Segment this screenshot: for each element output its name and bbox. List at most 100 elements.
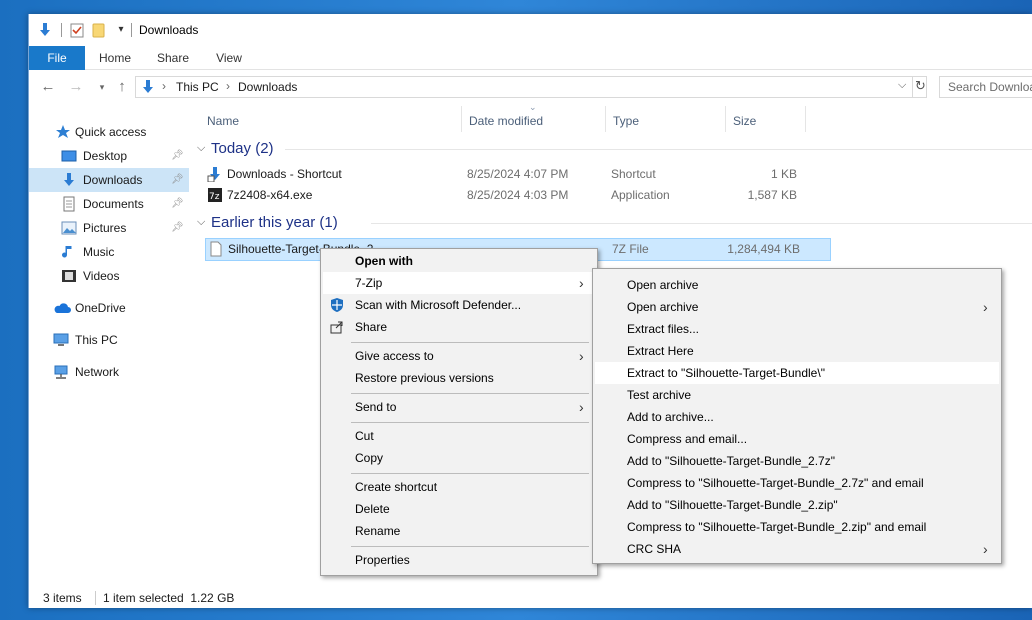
- menu-item-compress-7z-email[interactable]: Compress to "Silhouette-Target-Bundle_2.…: [595, 472, 999, 494]
- menu-item-properties[interactable]: Properties: [323, 549, 595, 571]
- recent-locations-icon[interactable]: ▾: [93, 78, 111, 96]
- nav-item-pictures[interactable]: Pictures 📌︎: [29, 216, 189, 240]
- menu-item-compress-email[interactable]: Compress and email...: [595, 428, 999, 450]
- menu-item-crc-sha[interactable]: CRC SHA ›: [595, 538, 999, 560]
- tab-home[interactable]: Home: [95, 46, 135, 70]
- status-divider: [95, 591, 96, 605]
- menu-item-restore-versions[interactable]: Restore previous versions: [323, 367, 595, 389]
- download-arrow-icon[interactable]: [37, 22, 53, 38]
- file-row[interactable]: Downloads - Shortcut 8/25/2024 4:07 PM S…: [205, 164, 805, 185]
- up-arrow-icon[interactable]: ↑: [113, 78, 131, 96]
- address-dropdown-icon[interactable]: ⌵: [898, 79, 906, 92]
- menu-item-scan-defender[interactable]: Scan with Microsoft Defender...: [323, 294, 595, 316]
- menu-separator: [351, 422, 589, 423]
- properties-icon[interactable]: [69, 22, 85, 38]
- column-header-size[interactable]: Size: [733, 108, 756, 134]
- menu-item-give-access[interactable]: Give access to ›: [323, 345, 595, 367]
- menu-separator: [351, 546, 589, 547]
- menu-label: Add to archive...: [627, 410, 714, 424]
- pin-icon: 📌︎: [171, 222, 184, 233]
- status-bar: 3 items 1 item selected 1.22 GB: [29, 588, 1032, 608]
- menu-item-add-to-archive[interactable]: Add to archive...: [595, 406, 999, 428]
- menu-label: Compress to "Silhouette-Target-Bundle_2.…: [627, 476, 924, 490]
- 7zip-app-icon: 7z: [207, 187, 223, 210]
- menu-label: Add to "Silhouette-Target-Bundle_2.zip": [627, 498, 838, 512]
- collapse-group-icon[interactable]: ⌵: [197, 216, 205, 229]
- menu-separator: [351, 342, 589, 343]
- submenu-arrow-icon: ›: [579, 348, 584, 364]
- file-size: 1,284,494 KB: [727, 242, 800, 256]
- customize-toolbar-icon[interactable]: ▾: [113, 22, 129, 38]
- column-header-type[interactable]: Type: [613, 108, 639, 134]
- menu-item-share[interactable]: Share: [323, 316, 595, 338]
- nav-label: Network: [75, 365, 120, 379]
- menu-item-create-shortcut[interactable]: Create shortcut: [323, 476, 595, 498]
- forward-arrow-icon[interactable]: →: [67, 78, 85, 96]
- pin-icon: 📌︎: [171, 198, 184, 209]
- menu-label: Cut: [355, 429, 374, 443]
- menu-item-cut[interactable]: Cut: [323, 425, 595, 447]
- menu-label: Copy: [355, 451, 384, 465]
- new-folder-icon[interactable]: [91, 22, 107, 38]
- computer-icon: [53, 332, 69, 348]
- context-menu: Open with 7-Zip › Scan with Microsoft Def…: [320, 248, 598, 576]
- menu-item-test-archive[interactable]: Test archive: [595, 384, 999, 406]
- nav-item-onedrive[interactable]: OneDrive: [29, 296, 189, 320]
- menu-item-open-archive-submenu[interactable]: Open archive ›: [595, 296, 999, 318]
- file-date: 8/25/2024 4:07 PM: [467, 167, 569, 181]
- refresh-icon[interactable]: ↻: [915, 78, 926, 94]
- navigation-pane: Quick access Desktop 📌︎ Downloads 📌︎ Doc…: [29, 104, 189, 588]
- breadcrumb-downloads[interactable]: Downloads: [238, 80, 297, 94]
- tab-share[interactable]: Share: [151, 46, 195, 70]
- menu-label: Extract Here: [627, 344, 694, 358]
- menu-label: Extract files...: [627, 322, 700, 336]
- menu-item-open-archive[interactable]: Open archive: [595, 274, 999, 296]
- nav-item-downloads[interactable]: Downloads 📌︎: [29, 168, 189, 192]
- menu-item-rename[interactable]: Rename: [323, 520, 595, 542]
- submenu-arrow-icon: ›: [983, 541, 988, 557]
- sort-arrow-icon: ⌄: [529, 102, 537, 112]
- menu-item-copy[interactable]: Copy: [323, 447, 595, 469]
- group-header-today[interactable]: Today (2): [211, 138, 274, 160]
- menu-item-send-to[interactable]: Send to ›: [323, 396, 595, 418]
- menu-label: 7-Zip: [355, 276, 383, 290]
- tab-view[interactable]: View: [209, 46, 249, 70]
- menu-item-extract-here[interactable]: Extract Here: [595, 340, 999, 362]
- documents-icon: [61, 196, 77, 212]
- group-divider: [285, 149, 1032, 150]
- nav-item-quick-access[interactable]: Quick access: [29, 120, 189, 144]
- nav-item-this-pc[interactable]: This PC: [29, 328, 189, 352]
- title-separator: [131, 23, 132, 37]
- nav-item-desktop[interactable]: Desktop 📌︎: [29, 144, 189, 168]
- breadcrumb-this-pc[interactable]: This PC: [176, 80, 219, 94]
- file-size: 1,587 KB: [747, 188, 797, 202]
- tab-file[interactable]: File: [29, 46, 85, 70]
- menu-label: Open archive: [627, 278, 699, 292]
- collapse-group-icon[interactable]: ⌵: [197, 142, 205, 155]
- nav-label: Pictures: [83, 221, 127, 235]
- search-input[interactable]: Search Downloads: [939, 76, 1032, 98]
- column-header-name[interactable]: Name: [207, 108, 239, 134]
- file-row[interactable]: 7z 7z2408-x64.exe 8/25/2024 4:03 PM Appl…: [205, 185, 805, 206]
- menu-item-add-to-7z[interactable]: Add to "Silhouette-Target-Bundle_2.7z": [595, 450, 999, 472]
- menu-label: Test archive: [627, 388, 692, 402]
- nav-item-music[interactable]: Music: [29, 240, 189, 264]
- menu-item-extract-to-folder[interactable]: Extract to "Silhouette-Target-Bundle\": [595, 362, 999, 384]
- menu-item-7zip[interactable]: 7-Zip ›: [323, 272, 595, 294]
- menu-item-open-with[interactable]: Open with: [323, 250, 595, 272]
- menu-item-compress-zip-email[interactable]: Compress to "Silhouette-Target-Bundle_2.…: [595, 516, 999, 538]
- menu-item-extract-files[interactable]: Extract files...: [595, 318, 999, 340]
- back-arrow-icon[interactable]: ←: [39, 78, 57, 96]
- address-bar[interactable]: › This PC › Downloads ⌵ ↻: [135, 76, 927, 98]
- menu-label: Restore previous versions: [355, 371, 494, 385]
- 7zip-submenu: Open archive Open archive › Extract files…: [592, 268, 1002, 564]
- nav-item-network[interactable]: Network: [29, 360, 189, 384]
- status-item-count: 3 items: [43, 591, 82, 605]
- nav-item-documents[interactable]: Documents 📌︎: [29, 192, 189, 216]
- ribbon-tabs: File Home Share View: [29, 46, 1032, 70]
- menu-item-add-to-zip[interactable]: Add to "Silhouette-Target-Bundle_2.zip": [595, 494, 999, 516]
- group-header-earlier[interactable]: Earlier this year (1): [211, 212, 338, 234]
- title-separator: [61, 23, 62, 37]
- nav-item-videos[interactable]: Videos: [29, 264, 189, 288]
- menu-item-delete[interactable]: Delete: [323, 498, 595, 520]
